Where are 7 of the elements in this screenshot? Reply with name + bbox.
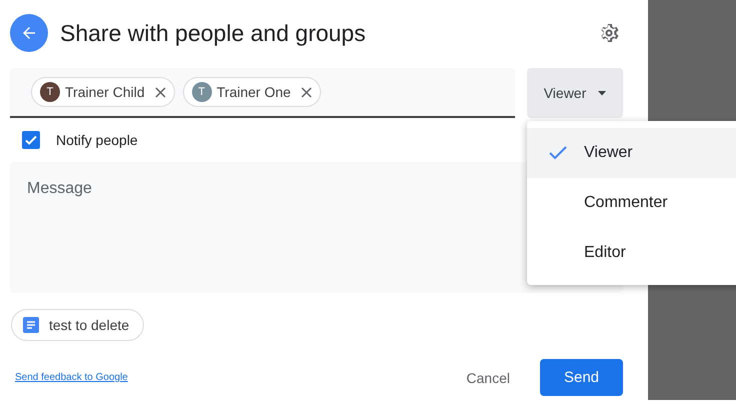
recipient-name: Trainer Child [65, 84, 145, 100]
avatar-initial: T [192, 82, 212, 102]
dialog-title: Share with people and groups [60, 20, 367, 46]
notify-label: Notify people [56, 132, 138, 148]
avatar-initial: T [40, 82, 60, 102]
file-name: test to delete [49, 317, 130, 333]
recipient-name: Trainer One [216, 84, 291, 100]
